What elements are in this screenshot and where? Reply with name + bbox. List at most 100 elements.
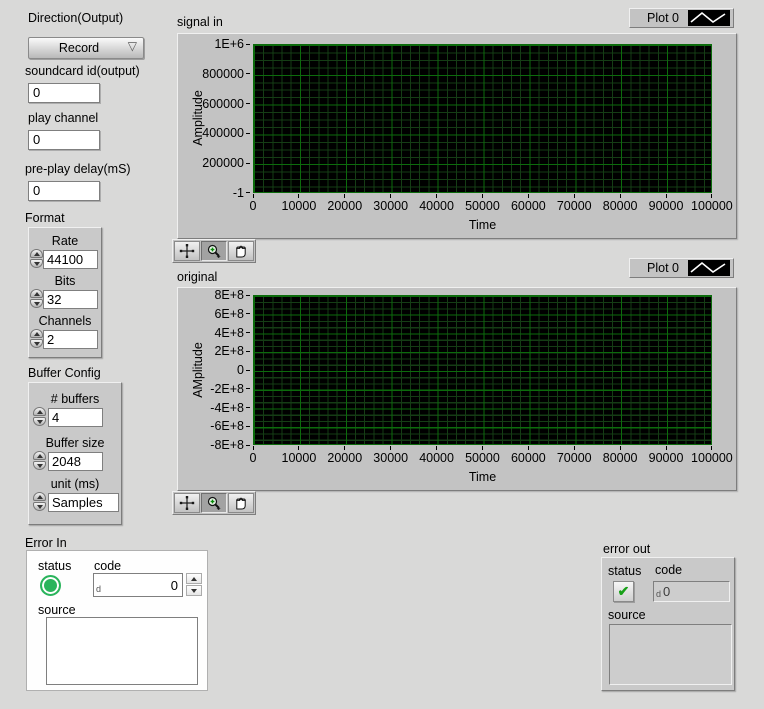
rate-field[interactable]: 44100 [43,250,98,269]
decrement-button[interactable] [186,585,202,596]
down-arrow-icon [191,589,197,593]
y-tick-label: 400000 [202,126,244,140]
code-value: 0 [663,584,670,599]
magnifier-icon [206,496,222,510]
buffer-size-field[interactable]: 2048 [48,452,103,471]
error-in-source-field[interactable] [46,617,198,685]
tick-mark [298,446,299,450]
error-in-source-label: source [38,603,76,617]
tick-mark [298,194,299,198]
up-arrow-icon [37,495,43,499]
tick-mark [246,192,250,193]
unit-spinner[interactable] [33,492,46,511]
y-tick-label: -4E+8 [210,401,244,415]
tick-mark [666,194,667,198]
increment-button[interactable] [33,407,46,416]
zoom-tool-button[interactable] [201,241,227,261]
x-tick-label: 70000 [557,199,592,213]
increment-button[interactable] [30,329,43,338]
plot-area[interactable] [253,44,712,193]
increment-button[interactable] [186,573,202,584]
tick-mark [253,446,254,450]
channels-field[interactable]: 2 [43,330,98,349]
x-axis-ticks: 0100002000030000400005000060000700008000… [253,194,712,213]
zoom-tool-button[interactable] [201,493,227,513]
down-arrow-icon [34,302,40,306]
format-label: Format [25,211,65,225]
tick-mark [574,194,575,198]
unit-field[interactable]: Samples [48,493,119,512]
tick-mark [436,194,437,198]
x-tick-label: 90000 [649,199,684,213]
increment-button[interactable] [33,451,46,460]
increment-button[interactable] [30,289,43,298]
decrement-button[interactable] [33,502,46,511]
error-in-code-spinner [186,573,202,596]
buffer-config-cluster: # buffers 4 Buffer size 2048 unit (ms) S… [28,382,122,525]
channels-spinner[interactable] [30,329,43,348]
cursor-tool-button[interactable] [174,241,200,261]
tick-mark [620,446,621,450]
num-buffers-spinner[interactable] [33,407,46,426]
decrement-button[interactable] [30,339,43,348]
up-arrow-icon [34,332,40,336]
y-axis-ticks: 8E+86E+84E+82E+80-2E+8-4E+8-6E+8-8E+8 [188,295,250,445]
error-in-label: Error In [25,536,67,550]
x-tick-label: 30000 [373,451,408,465]
play-channel-field[interactable]: 0 [28,130,100,150]
plot-area[interactable] [253,295,712,445]
plot-line-sample [688,10,730,26]
y-axis-ticks: 1E+6800000600000400000200000-1 [188,44,250,193]
cursor-tool-button[interactable] [174,493,200,513]
radix-indicator: d [656,587,661,601]
x-tick-label: 40000 [419,199,454,213]
plot-legend[interactable]: Plot 0 [629,258,734,278]
soundcard-field[interactable]: 0 [28,83,100,103]
plot-legend[interactable]: Plot 0 [629,8,734,28]
increment-button[interactable] [30,249,43,258]
x-tick-label: 30000 [373,199,408,213]
increment-button[interactable] [33,492,46,501]
buffer-size-label: Buffer size [29,436,121,450]
rate-spinner[interactable] [30,249,43,268]
error-in-code-field[interactable]: d 0 [93,573,183,597]
x-tick-label: 90000 [649,451,684,465]
soundcard-label: soundcard id(output) [25,64,140,78]
x-tick-label: 100000 [691,451,733,465]
direction-dropdown[interactable]: Record ▽ [28,37,144,59]
up-arrow-icon [37,410,43,414]
tick-mark [246,407,250,408]
tick-mark [246,133,250,134]
error-out-label: error out [603,542,650,556]
unit-label: unit (ms) [29,477,121,491]
x-axis-title: Time [253,470,712,484]
magnifier-icon [206,244,222,258]
tick-mark [390,194,391,198]
x-tick-label: 20000 [327,451,362,465]
crosshair-icon [179,496,195,510]
num-buffers-field[interactable]: 4 [48,408,103,427]
x-axis-ticks: 0100002000030000400005000060000700008000… [253,446,712,465]
bits-field[interactable]: 32 [43,290,98,309]
legend-label: Plot 0 [647,261,679,275]
radix-indicator: d [96,582,101,596]
x-tick-label: 80000 [603,451,638,465]
decrement-button[interactable] [30,299,43,308]
graph-palette [172,239,256,263]
decrement-button[interactable] [33,461,46,470]
y-tick-label: 200000 [202,156,244,170]
chevron-down-icon: ▽ [128,39,137,53]
down-arrow-icon [34,342,40,346]
buffer-size-spinner[interactable] [33,451,46,470]
bits-spinner[interactable] [30,289,43,308]
preplay-delay-label: pre-play delay(mS) [25,162,131,176]
decrement-button[interactable] [33,417,46,426]
pan-tool-button[interactable] [228,493,254,513]
rate-label: Rate [29,234,101,248]
status-led[interactable] [40,575,61,596]
pan-tool-button[interactable] [228,241,254,261]
decrement-button[interactable] [30,259,43,268]
preplay-delay-field[interactable]: 0 [28,181,100,201]
tick-mark [620,194,621,198]
tick-mark [344,194,345,198]
